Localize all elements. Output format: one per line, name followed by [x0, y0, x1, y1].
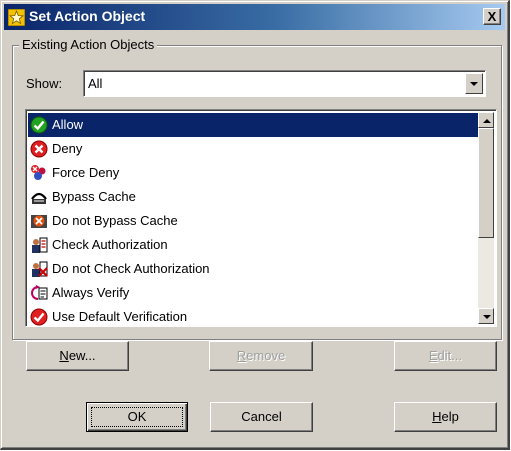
- app-star-icon: [8, 9, 25, 26]
- list-item-force-deny[interactable]: Force Deny: [28, 161, 478, 185]
- list-items: Allow Deny Force Deny Bypass Cache Do no…: [28, 113, 478, 326]
- list-item-label: Deny: [52, 141, 83, 156]
- list-item-bypass-cache[interactable]: Bypass Cache: [28, 185, 478, 209]
- remove-button-mnemonic: R: [236, 348, 247, 363]
- show-dropdown-value: All: [88, 76, 103, 91]
- green-check-icon: [30, 116, 48, 134]
- list-item-deny[interactable]: Deny: [28, 137, 478, 161]
- list-item-label: Use Default Verification: [52, 309, 188, 324]
- show-label: Show:: [26, 76, 63, 91]
- chevron-up-icon: [483, 119, 491, 123]
- cancel-button[interactable]: Cancel: [210, 402, 313, 432]
- scroll-thumb[interactable]: [478, 128, 494, 238]
- new-button-mnemonic: N: [59, 348, 69, 363]
- chevron-down-icon: [470, 82, 478, 86]
- dropdown-arrow-button[interactable]: [465, 73, 483, 94]
- scroll-up-button[interactable]: [478, 112, 494, 128]
- list-vertical-scrollbar[interactable]: [478, 112, 494, 324]
- list-item-do-not-check-authorization[interactable]: Do not Check Authorization: [28, 257, 478, 281]
- do-not-check-authorization-icon: [32, 261, 48, 277]
- dialog-window: Set Action Object X Existing Action Obje…: [0, 0, 510, 450]
- list-item-check-authorization[interactable]: Check Authorization: [28, 233, 478, 257]
- remove-button-label: emove: [246, 348, 286, 363]
- action-object-list[interactable]: Allow Deny Force Deny Bypass Cache Do no…: [25, 109, 497, 327]
- do-not-bypass-cache-icon: [31, 215, 47, 228]
- title-bar[interactable]: Set Action Object X: [4, 4, 505, 30]
- list-item-do-not-bypass-cache[interactable]: Do not Bypass Cache: [28, 209, 478, 233]
- scroll-down-button[interactable]: [478, 308, 494, 324]
- list-item-use-default-verification[interactable]: Use Default Verification: [28, 305, 478, 326]
- list-item-label: Always Verify: [52, 285, 130, 300]
- help-button-label: elp: [441, 409, 459, 424]
- always-verify-icon: [31, 285, 48, 300]
- new-button[interactable]: New...: [26, 341, 129, 371]
- list-item-always-verify[interactable]: Always Verify: [28, 281, 478, 305]
- window-title: Set Action Object: [29, 8, 146, 24]
- check-authorization-icon: [32, 237, 48, 253]
- close-button[interactable]: X: [483, 8, 501, 25]
- help-button[interactable]: Help: [394, 402, 497, 432]
- list-item-label: Allow: [52, 117, 84, 132]
- edit-button-mnemonic: E: [428, 348, 438, 363]
- force-deny-icon: [31, 165, 46, 180]
- list-item-label: Do not Bypass Cache: [52, 213, 178, 228]
- chevron-down-icon: [483, 315, 491, 319]
- ok-button[interactable]: OK: [86, 402, 188, 432]
- list-item-label: Bypass Cache: [52, 189, 136, 204]
- cancel-button-label: Cancel: [241, 409, 282, 424]
- group-label: Existing Action Objects: [19, 37, 158, 52]
- list-item-label: Check Authorization: [52, 237, 168, 252]
- list-item-allow[interactable]: Allow: [28, 113, 478, 137]
- list-item-label: Do not Check Authorization: [52, 261, 210, 276]
- red-x-circle-icon: [30, 140, 48, 158]
- help-button-mnemonic: H: [432, 409, 442, 424]
- edit-button-label: dit...: [437, 348, 463, 363]
- list-item-label: Force Deny: [52, 165, 120, 180]
- bypass-cache-icon: [31, 192, 47, 204]
- default-verification-icon: [30, 308, 48, 326]
- remove-button[interactable]: Remove: [209, 341, 313, 371]
- focus-rectangle: [91, 407, 183, 427]
- show-dropdown[interactable]: All: [83, 70, 486, 97]
- new-button-label: ew...: [68, 348, 96, 363]
- edit-button[interactable]: Edit...: [394, 341, 497, 371]
